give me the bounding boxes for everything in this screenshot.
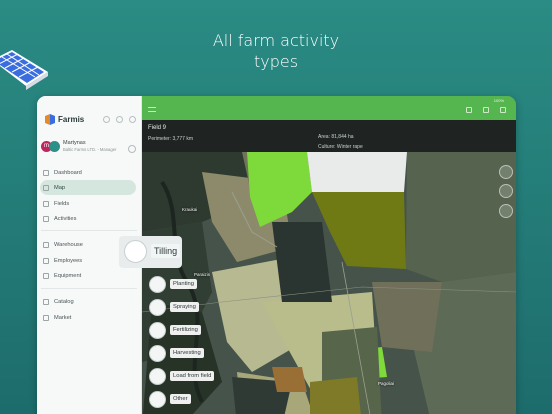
sidebar-divider [41,230,137,231]
locate-icon[interactable] [499,165,513,179]
sidebar-item-label: Map [54,184,66,191]
harvesting-icon [149,344,166,362]
market-icon [43,314,49,321]
headline-line-1: All farm activity [212,31,340,50]
activities-icon [43,215,49,222]
activity-option-label: Spraying [170,302,199,312]
catalog-icon [43,298,49,305]
map-icon [43,184,49,191]
activity-option-label: Fertilizing [170,325,201,335]
sidebar-item-fields[interactable]: Fields [40,196,136,211]
spraying-icon [149,298,166,316]
menu-icon[interactable] [148,107,156,112]
sidebar-divider [41,288,137,289]
map-label: Kraukai [182,207,198,212]
edit-icon[interactable] [500,107,506,113]
activity-option-planting[interactable]: Planting [149,274,197,294]
compass-icon[interactable] [499,184,513,198]
field-title: Field 9 [148,125,167,131]
top-bar: 100% [142,96,516,120]
user-name: Martynas [63,140,86,146]
layers-icon[interactable] [466,107,472,113]
sidebar-item-label: Equipment [54,272,82,279]
tilling-icon [124,240,147,263]
sidebar-item-label: Catalog [54,298,74,305]
other-icon [149,390,166,408]
activity-option-spraying[interactable]: Spraying [149,297,199,317]
activity-selected-label: Tilling [151,244,181,258]
activity-option-label: Other [170,394,191,404]
sidebar-item-label: Market [54,314,72,321]
map-label: Pagoliai [378,381,395,386]
farmis-logo-icon [45,114,55,125]
activity-option-label: Harvesting [170,348,204,358]
sidebar-item-catalog[interactable]: Catalog [40,294,136,309]
field-area: Area: 81,844 ha [318,134,354,140]
battery-indicator: 100% [493,98,504,103]
employees-icon [43,257,49,264]
fields-icon [43,200,49,207]
farm-avatar [49,141,60,152]
user-profile[interactable]: m Martynas Baltic Farms LTD. - Manager [41,140,116,153]
sidebar-item-label: Dashboard [54,169,82,176]
brand: Farmis [45,114,84,125]
field-info-bar: Field 9 Perimeter: 3,777 km Area: 81,844… [142,120,516,152]
sidebar-item-label: Activities [54,215,77,222]
sidebar-item-dashboard[interactable]: Dashboard [40,165,136,180]
activity-option-label: Load from field [170,371,215,381]
sidebar-item-label: Employees [54,257,83,264]
activity-selected[interactable]: Tilling [119,236,182,268]
settings-icon[interactable] [116,116,123,123]
planting-icon [149,275,166,293]
sidebar-item-market[interactable]: Market [40,310,136,325]
sidebar-item-activities[interactable]: Activities [40,211,136,226]
activity-option-fertilizing[interactable]: Fertilizing [149,320,201,340]
field-culture: Culture: Winter rape [318,144,363,150]
field-perimeter: Perimeter: 3,777 km [148,136,194,142]
activity-option-harvesting[interactable]: Harvesting [149,343,204,363]
notifications-icon[interactable] [129,116,136,123]
zoom-fit-icon[interactable] [499,204,513,218]
headline-line-2: types [253,52,299,71]
load-from-field-icon [149,367,166,385]
dashboard-icon [43,169,49,176]
top-actions [466,107,506,113]
back-icon[interactable] [103,116,110,123]
promo-headline: All farm activity types [0,30,552,72]
activity-option-other[interactable]: Other [149,389,191,409]
user-org: Baltic Farms LTD. - Manager [63,147,117,152]
sidebar-item-map[interactable]: Map [40,180,136,195]
tablet-screen: Farmis m Martynas Baltic Farms LTD. - Ma… [37,96,516,414]
activity-option-label: Planting [170,279,197,289]
sidebar-toolbar [103,116,136,123]
fertilizing-icon [149,321,166,339]
warehouse-icon [43,241,49,248]
solar-panel-illustration [0,50,48,90]
sidebar-item-label: Warehouse [54,241,83,248]
switch-account-icon[interactable] [128,145,136,153]
sidebar-item-label: Fields [54,200,70,207]
share-icon[interactable] [483,107,489,113]
app-name: Farmis [58,115,85,124]
activity-option-load-from-field[interactable]: Load from field [149,366,215,386]
equipment-icon [43,272,49,279]
sidebar-item-equipment[interactable]: Equipment [40,268,136,283]
